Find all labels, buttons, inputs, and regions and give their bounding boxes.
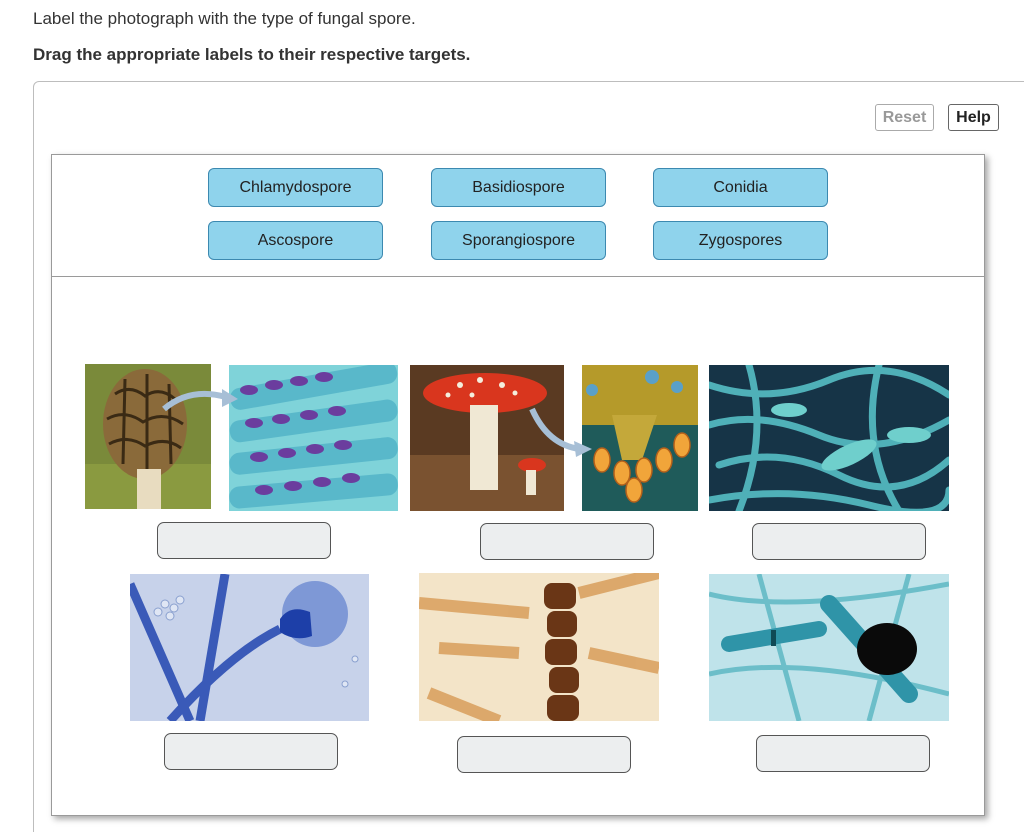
drop-target-sporangium[interactable] xyxy=(164,733,338,770)
drop-target-morel[interactable] xyxy=(157,522,331,559)
arrow-agaric-icon xyxy=(529,407,592,457)
drop-target-conidia-sem[interactable] xyxy=(752,523,926,560)
label-chip-conidia[interactable]: Conidia xyxy=(653,168,828,207)
photo-asci-micrograph xyxy=(229,365,398,511)
photo-chlamydospores xyxy=(419,573,659,721)
label-chip-basidiospore[interactable]: Basidiospore xyxy=(431,168,606,207)
photo-zygospore xyxy=(709,574,949,721)
label-chip-zygospores[interactable]: Zygospores xyxy=(653,221,828,260)
reset-button[interactable]: Reset xyxy=(875,104,934,131)
photo-conidia-sem xyxy=(709,365,949,511)
label-chip-sporangiospore[interactable]: Sporangiospore xyxy=(431,221,606,260)
arrow-morel-icon xyxy=(162,389,238,412)
label-bank-divider xyxy=(51,276,985,277)
photo-sporangium xyxy=(130,574,369,721)
photo-basidia-micrograph xyxy=(582,365,698,511)
label-chip-ascospore[interactable]: Ascospore xyxy=(208,221,383,260)
help-button[interactable]: Help xyxy=(948,104,999,131)
instruction-text: Label the photograph with the type of fu… xyxy=(33,9,416,28)
drop-target-chlamydospores[interactable] xyxy=(457,736,631,773)
instruction-bold: Drag the appropriate labels to their res… xyxy=(33,45,471,64)
label-chip-chlamydospore[interactable]: Chlamydospore xyxy=(208,168,383,207)
drop-target-zygospore[interactable] xyxy=(756,735,930,772)
drop-target-fly-agaric[interactable] xyxy=(480,523,654,560)
